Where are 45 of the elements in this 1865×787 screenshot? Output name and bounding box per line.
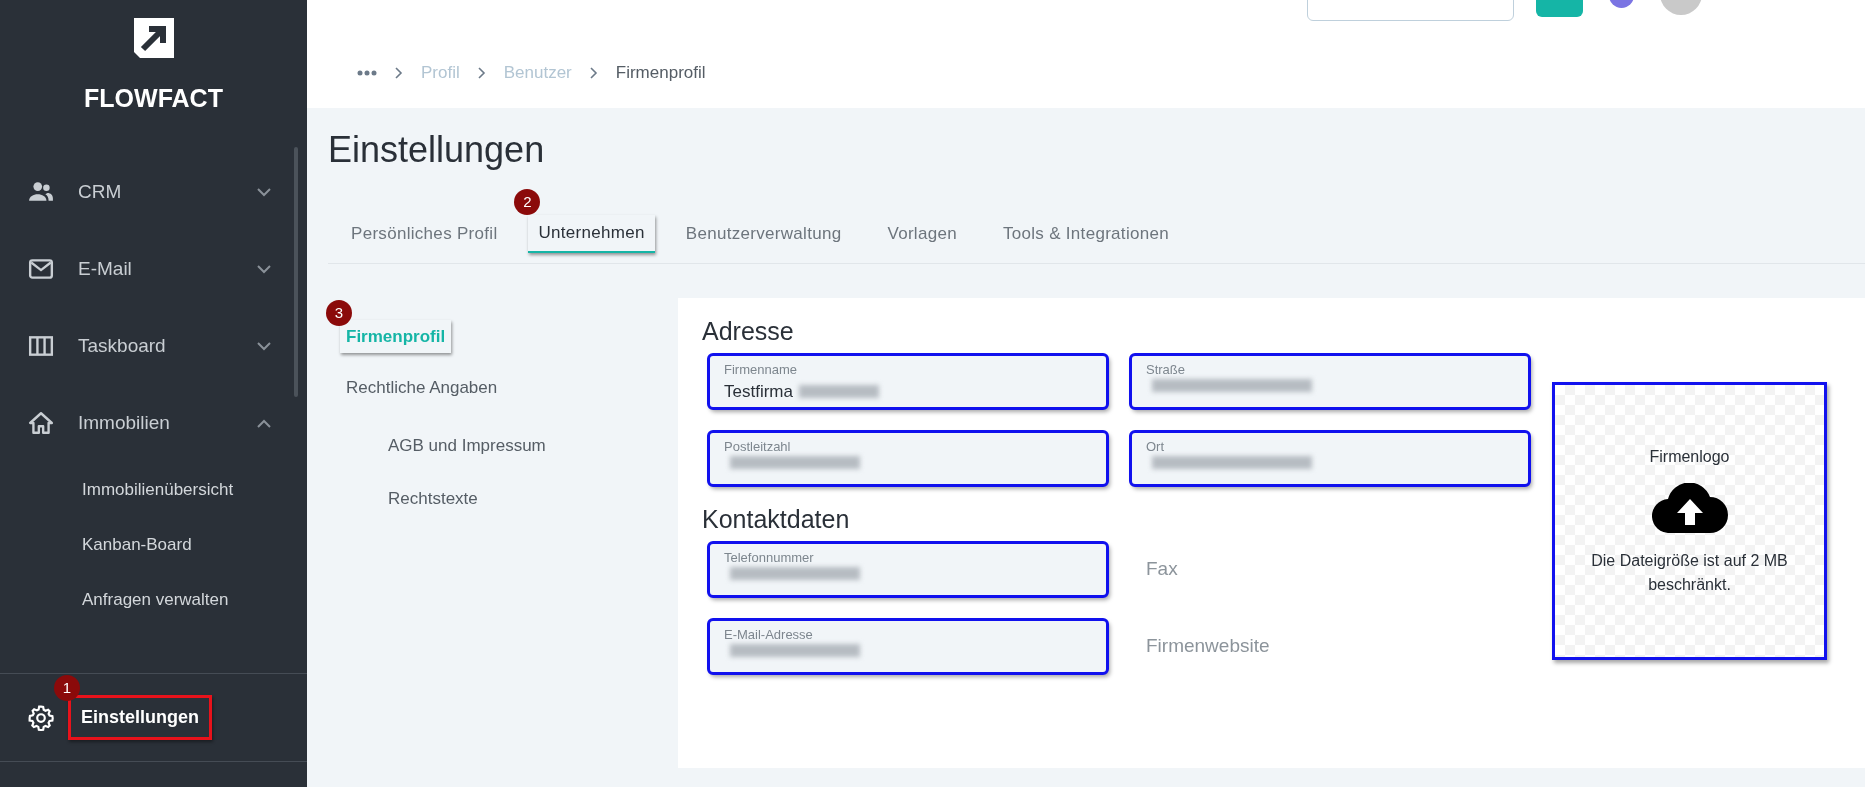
callout-number: 2 [514,189,541,216]
sidebar-subitem[interactable]: Kanban-Board [0,516,307,572]
tab[interactable]: Persönliches Profil [336,209,513,263]
page-title: Einstellungen [328,128,546,172]
envelope-icon [28,256,54,282]
subnav-item[interactable]: Rechtliche Angaben [340,371,504,405]
chevron-right-icon [589,67,598,79]
columns-icon [28,333,54,359]
tab[interactable]: Tools & Integrationen [987,209,1184,263]
input-field[interactable]: Straße [1130,353,1530,409]
callout-number: 3 [326,299,352,326]
input-field[interactable]: E-Mail-Adresse [708,618,1108,674]
upload-note: Die Dateigröße ist auf 2 MB beschränkt. [1590,550,1789,595]
tab[interactable]: Benutzerverwaltung [670,209,857,263]
settings-link[interactable]: Einstellungen [68,695,212,740]
sidebar-subitem[interactable]: Immobilienübersicht [0,461,307,517]
input-field[interactable]: Fax [1130,541,1530,597]
input-field[interactable]: Firmenwebsite [1130,618,1530,674]
current-page-label: Firmenprofil [615,62,706,85]
logo-icon [133,18,174,58]
subnav-item[interactable]: AGB und Impressum [382,428,552,463]
logo-upload-area[interactable]: Firmenlogo Die Dateigröße ist auf 2 MB beschränkt. [1552,381,1827,660]
settings-icon [28,704,54,731]
sidebar-item[interactable]: E-Mail [0,230,307,308]
tab[interactable]: Vorlagen [872,209,972,263]
sidebar-item[interactable]: Immobilien [0,384,307,462]
section-heading: Adresse [702,315,795,346]
sidebar-item[interactable]: Taskboard [0,307,307,385]
house-icon [28,410,54,436]
chevron-right-icon [395,67,403,79]
subnav-item[interactable]: Rechtstexte [382,482,484,516]
input-field[interactable]: Telefonnummer [708,541,1108,597]
input-field[interactable]: Postleitzahl [708,430,1108,486]
more-icon [357,70,377,76]
chevron-right-icon [477,67,486,79]
input-field[interactable]: Firmenname Testfirma [708,353,1108,409]
callout-number: 1 [54,675,80,701]
sidebar-subitem[interactable]: Anfragen verwalten [0,571,307,609]
sidebar-item[interactable]: CRM [0,153,307,231]
tab[interactable]: Unternehmen [528,215,655,253]
input-field[interactable]: Ort [1130,430,1530,486]
cloud-upload-icon [1651,482,1728,533]
upload-title: Firmenlogo [1649,446,1730,467]
brand-name: FLOWFACT [84,83,223,114]
section-heading: Kontaktdaten [702,503,851,534]
